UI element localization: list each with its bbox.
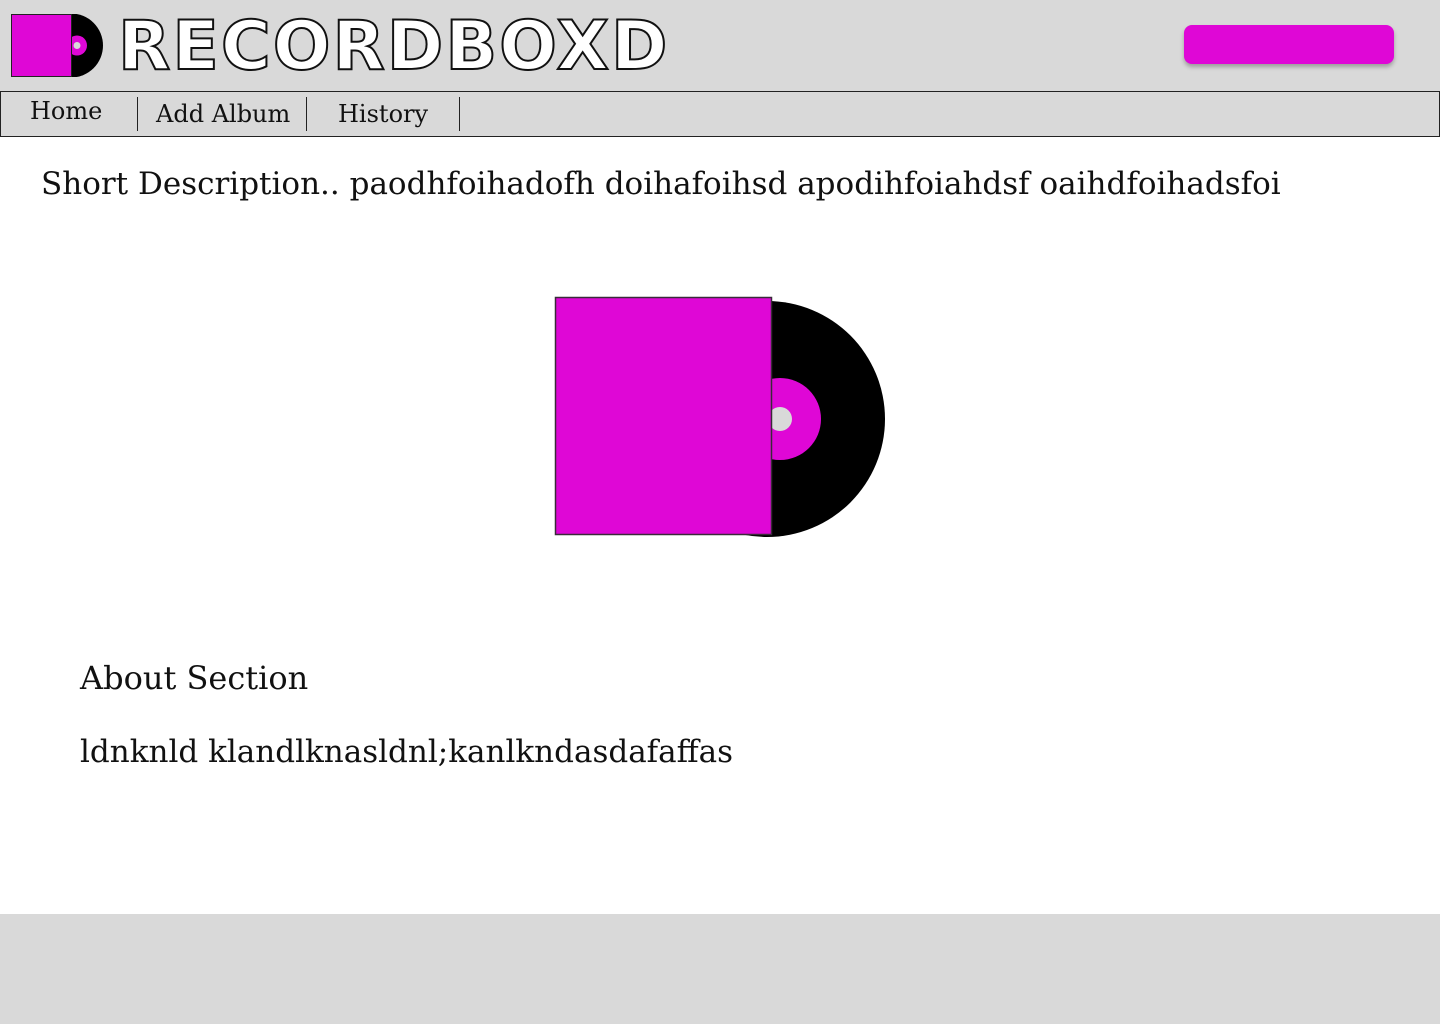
about-body: ldnknld klandlknasldnl;kanlkndasdafaffas [80,734,734,770]
footer [0,914,1440,1024]
brand-title[interactable]: RECORDBOXD [117,10,669,84]
nav-home[interactable]: Home [30,89,102,133]
header: RECORDBOXD [0,0,1440,91]
nav-add-album[interactable]: Add Album [156,92,290,136]
short-description: Short Description.. paodhfoihadofh doiha… [41,166,1281,202]
about-heading: About Section [80,659,309,697]
page: RECORDBOXD Home Add Album History Short … [0,0,1440,1024]
album-art-image [554,296,885,537]
nav-history[interactable]: History [338,92,428,136]
vinyl-record-sleeve-icon[interactable] [11,14,105,77]
nav-divider [306,97,307,131]
nav-divider [459,97,460,131]
header-action-button[interactable] [1184,25,1394,64]
nav-divider [137,97,138,131]
nav-bar: Home Add Album History [0,91,1440,137]
